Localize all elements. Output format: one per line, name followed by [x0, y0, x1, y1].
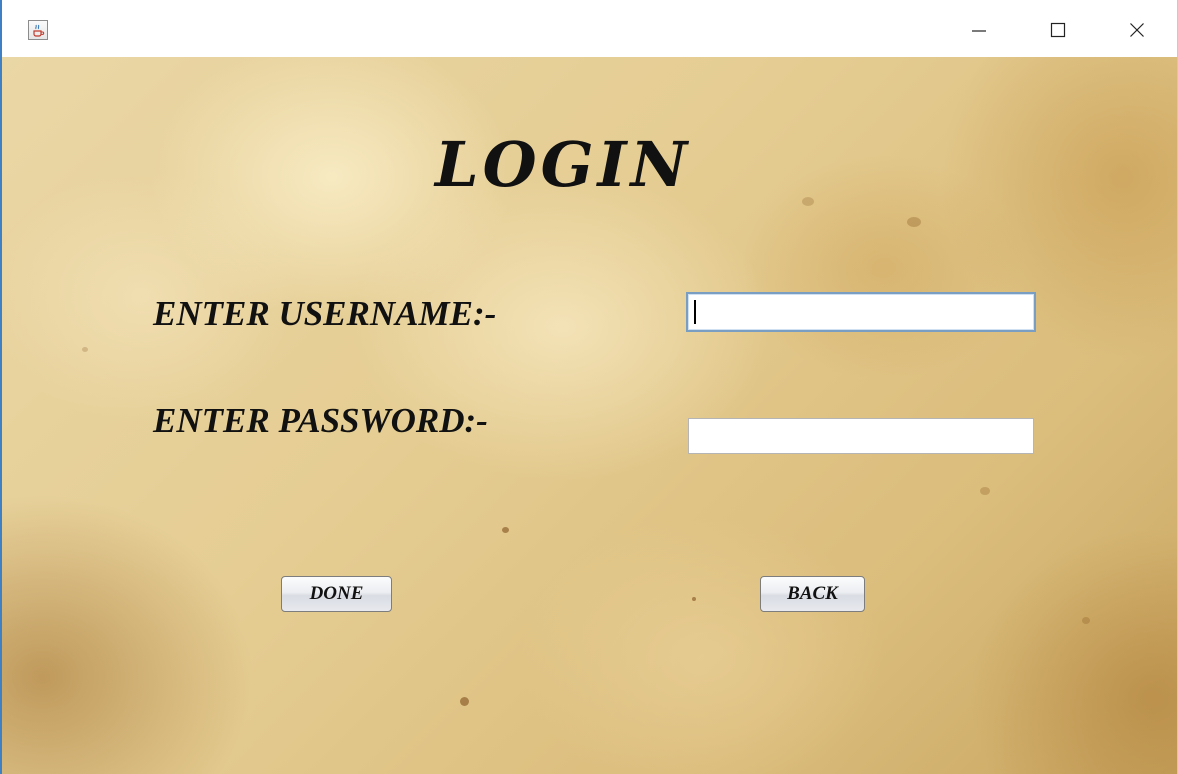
close-button[interactable] — [1114, 10, 1160, 50]
background-stain — [980, 487, 990, 495]
password-label: ENTER PASSWORD:- — [153, 401, 488, 440]
background-stain — [802, 197, 814, 206]
parchment-background: LOGIN ENTER USERNAME:- ENTER PASSWORD:- … — [2, 57, 1177, 774]
java-cup-icon[interactable] — [28, 20, 48, 40]
background-stain — [460, 697, 469, 706]
done-button[interactable]: DONE — [281, 576, 392, 612]
maximize-button[interactable] — [1035, 10, 1081, 50]
login-window: LOGIN ENTER USERNAME:- ENTER PASSWORD:- … — [0, 0, 1178, 774]
text-caret — [694, 300, 696, 324]
background-stain — [907, 217, 921, 227]
background-stain — [1082, 617, 1090, 624]
title-bar[interactable] — [2, 0, 1177, 57]
close-icon — [1130, 23, 1144, 37]
minimize-icon — [972, 30, 986, 32]
background-stain — [502, 527, 509, 533]
login-title: LOGIN — [435, 128, 692, 201]
username-label: ENTER USERNAME:- — [153, 294, 497, 333]
maximize-icon — [1050, 22, 1066, 38]
background-stain — [692, 597, 696, 601]
minimize-button[interactable] — [956, 10, 1002, 50]
username-input[interactable] — [686, 292, 1036, 332]
back-button[interactable]: BACK — [760, 576, 865, 612]
password-input[interactable] — [688, 418, 1034, 454]
background-stain — [82, 347, 88, 352]
